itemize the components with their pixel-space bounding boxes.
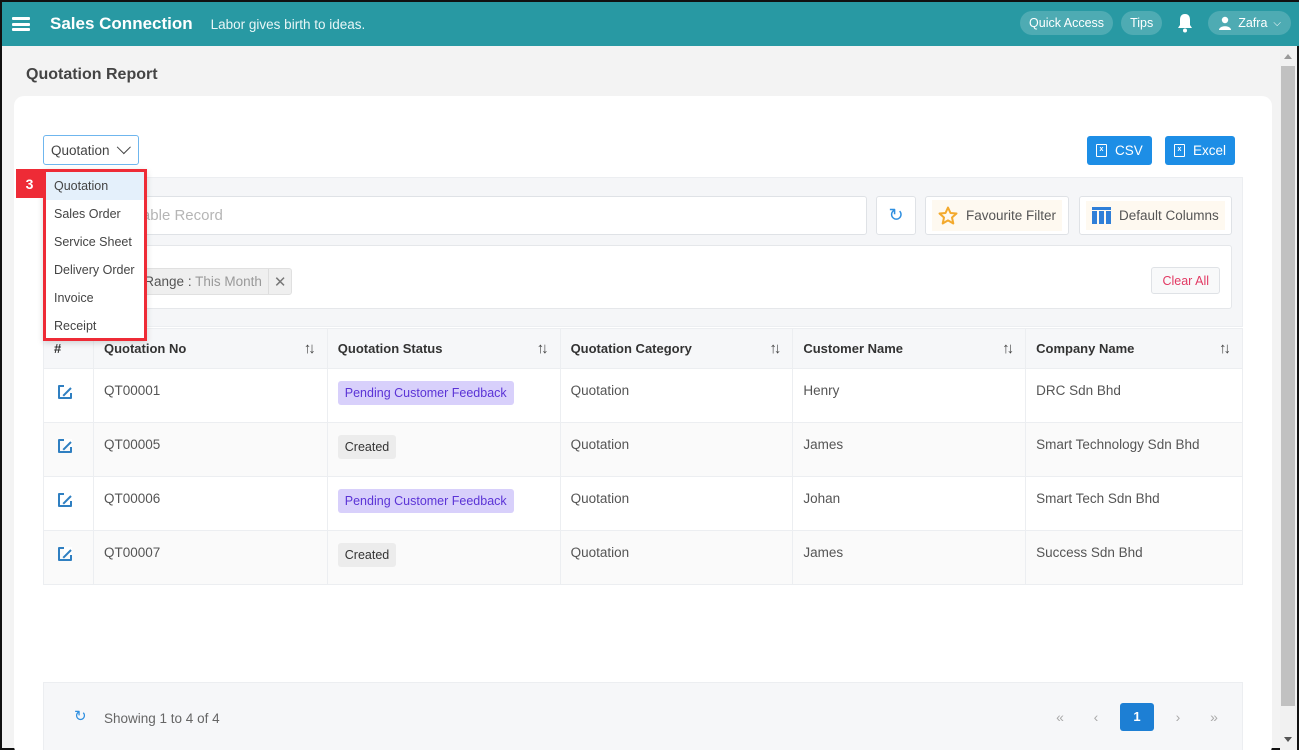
status-badge: Pending Customer Feedback — [337, 489, 514, 513]
status-badge: Pending Customer Feedback — [337, 381, 514, 405]
search-input[interactable]: Search Table Record — [62, 196, 867, 235]
dropdown-option-receipt[interactable]: Receipt — [46, 312, 144, 340]
favourite-filter-label: Favourite Filter — [966, 208, 1057, 223]
page-title: Quotation Report — [26, 66, 158, 83]
column-header-company-name[interactable]: Company Name ↑↓ — [1025, 328, 1243, 369]
edit-icon[interactable] — [58, 493, 72, 507]
table-row: QT00001 Pending Customer Feedback Quotat… — [43, 368, 1243, 423]
dropdown-option-invoice[interactable]: Invoice — [46, 284, 144, 312]
column-header-customer-name[interactable]: Customer Name ↑↓ — [792, 328, 1027, 369]
cell-quotation-no[interactable]: QT00006 — [92, 476, 328, 531]
refresh-icon[interactable]: ↻ — [74, 707, 87, 725]
page-scrollbar[interactable] — [1280, 46, 1297, 750]
cell-quotation-no[interactable]: QT00001 — [92, 368, 328, 423]
edit-icon[interactable] — [58, 385, 72, 399]
cell-company: DRC Sdn Bhd — [1025, 368, 1243, 423]
user-menu[interactable]: Zafra ⌵ — [1208, 11, 1291, 35]
chevron-down-icon — [116, 140, 131, 155]
dropdown-option-quotation[interactable]: Quotation — [46, 172, 144, 200]
table-footer: ↻ Showing 1 to 4 of 4 « ‹ 1 › » — [43, 682, 1243, 750]
cell-quotation-no[interactable]: QT00007 — [92, 530, 328, 585]
excel-label: Excel — [1193, 143, 1227, 158]
favourite-filter-button[interactable]: Favourite Filter — [925, 196, 1070, 235]
quotation-table: # Quotation No ↑↓ Quotation Status ↑↓ Quot… — [43, 328, 1243, 585]
next-page-button[interactable]: › — [1160, 709, 1196, 725]
scroll-thumb[interactable] — [1281, 66, 1295, 706]
tips-button[interactable]: Tips — [1121, 11, 1163, 35]
file-icon: x — [1096, 144, 1107, 157]
cell-category: Quotation — [559, 530, 794, 585]
cell-category: Quotation — [559, 476, 794, 531]
report-type-select[interactable]: Quotation — [43, 135, 139, 165]
sort-icon[interactable]: ↑↓ — [1002, 340, 1014, 357]
sort-icon[interactable]: ↑↓ — [537, 340, 549, 357]
first-page-button[interactable]: « — [1042, 709, 1078, 725]
last-page-button[interactable]: » — [1196, 709, 1232, 725]
page-button-current[interactable]: 1 — [1120, 703, 1154, 731]
cell-company: Success Sdn Bhd — [1025, 530, 1243, 585]
pagination: « ‹ 1 › » — [1042, 703, 1232, 731]
menu-icon[interactable] — [12, 17, 30, 31]
star-icon — [938, 206, 958, 225]
clear-all-button[interactable]: Clear All — [1151, 267, 1220, 294]
report-type-selected: Quotation — [51, 142, 110, 158]
quick-access-button[interactable]: Quick Access — [1020, 11, 1114, 35]
table-row: QT00006 Pending Customer Feedback Quotat… — [43, 476, 1243, 531]
status-badge: Created — [337, 543, 397, 567]
file-icon: x — [1174, 144, 1185, 157]
table-row: QT00007 Created Quotation James Success … — [43, 530, 1243, 585]
cell-company: Smart Tech Sdn Bhd — [1025, 476, 1243, 531]
chevron-down-icon: ⌵ — [1273, 17, 1281, 29]
cell-company: Smart Technology Sdn Bhd — [1025, 422, 1243, 477]
cell-quotation-no[interactable]: QT00005 — [92, 422, 328, 477]
filter-tag-value: This Month — [195, 274, 262, 289]
close-icon[interactable]: ✕ — [267, 269, 292, 294]
filter-tag-separator: : — [187, 274, 192, 289]
user-name: Zafra — [1238, 16, 1268, 30]
table-header-row: # Quotation No ↑↓ Quotation Status ↑↓ Quot… — [43, 328, 1243, 369]
step-marker: 3 — [16, 169, 43, 198]
column-header-quotation-status[interactable]: Quotation Status ↑↓ — [326, 328, 561, 369]
sort-icon[interactable]: ↑↓ — [769, 340, 781, 357]
app-tagline: Labor gives birth to ideas. — [210, 16, 366, 32]
refresh-icon: ↻ — [888, 205, 904, 225]
edit-icon[interactable] — [58, 439, 72, 453]
export-excel-button[interactable]: x Excel — [1165, 136, 1236, 165]
columns-icon — [1092, 207, 1111, 224]
dropdown-option-sales-order[interactable]: Sales Order — [46, 200, 144, 228]
bell-icon[interactable] — [1176, 13, 1194, 33]
default-columns-button[interactable]: Default Columns — [1079, 196, 1232, 235]
edit-icon[interactable] — [58, 547, 72, 561]
sort-icon[interactable]: ↑↓ — [304, 340, 316, 357]
cell-customer: Henry — [792, 368, 1027, 423]
cell-customer: James — [792, 422, 1027, 477]
table-row: QT00005 Created Quotation James Smart Te… — [43, 422, 1243, 477]
export-csv-button[interactable]: x CSV — [1087, 136, 1152, 165]
user-icon — [1219, 16, 1232, 30]
app-title[interactable]: Sales Connection — [50, 14, 193, 34]
cell-customer: Johan — [792, 476, 1027, 531]
refresh-button[interactable]: ↻ — [876, 196, 916, 235]
cell-category: Quotation — [559, 422, 794, 477]
report-type-dropdown: Quotation Sales Order Service Sheet Deli… — [43, 169, 147, 341]
showing-count: Showing 1 to 4 of 4 — [104, 711, 220, 726]
prev-page-button[interactable]: ‹ — [1078, 709, 1114, 725]
cell-customer: James — [792, 530, 1027, 585]
column-header-quotation-category[interactable]: Quotation Category ↑↓ — [559, 328, 794, 369]
dropdown-option-delivery-order[interactable]: Delivery Order — [46, 256, 144, 284]
scroll-up-arrow-icon[interactable] — [1284, 54, 1292, 59]
sort-icon[interactable]: ↑↓ — [1219, 340, 1231, 357]
status-badge: Created — [337, 435, 397, 459]
csv-label: CSV — [1115, 143, 1143, 158]
default-columns-label: Default Columns — [1119, 208, 1219, 223]
scroll-down-arrow-icon[interactable] — [1284, 737, 1292, 742]
top-navbar: Sales Connection Labor gives birth to id… — [2, 0, 1299, 46]
active-filters: Date Range : This Month ✕ Clear All — [62, 245, 1232, 309]
dropdown-option-service-sheet[interactable]: Service Sheet — [46, 228, 144, 256]
cell-category: Quotation — [559, 368, 794, 423]
